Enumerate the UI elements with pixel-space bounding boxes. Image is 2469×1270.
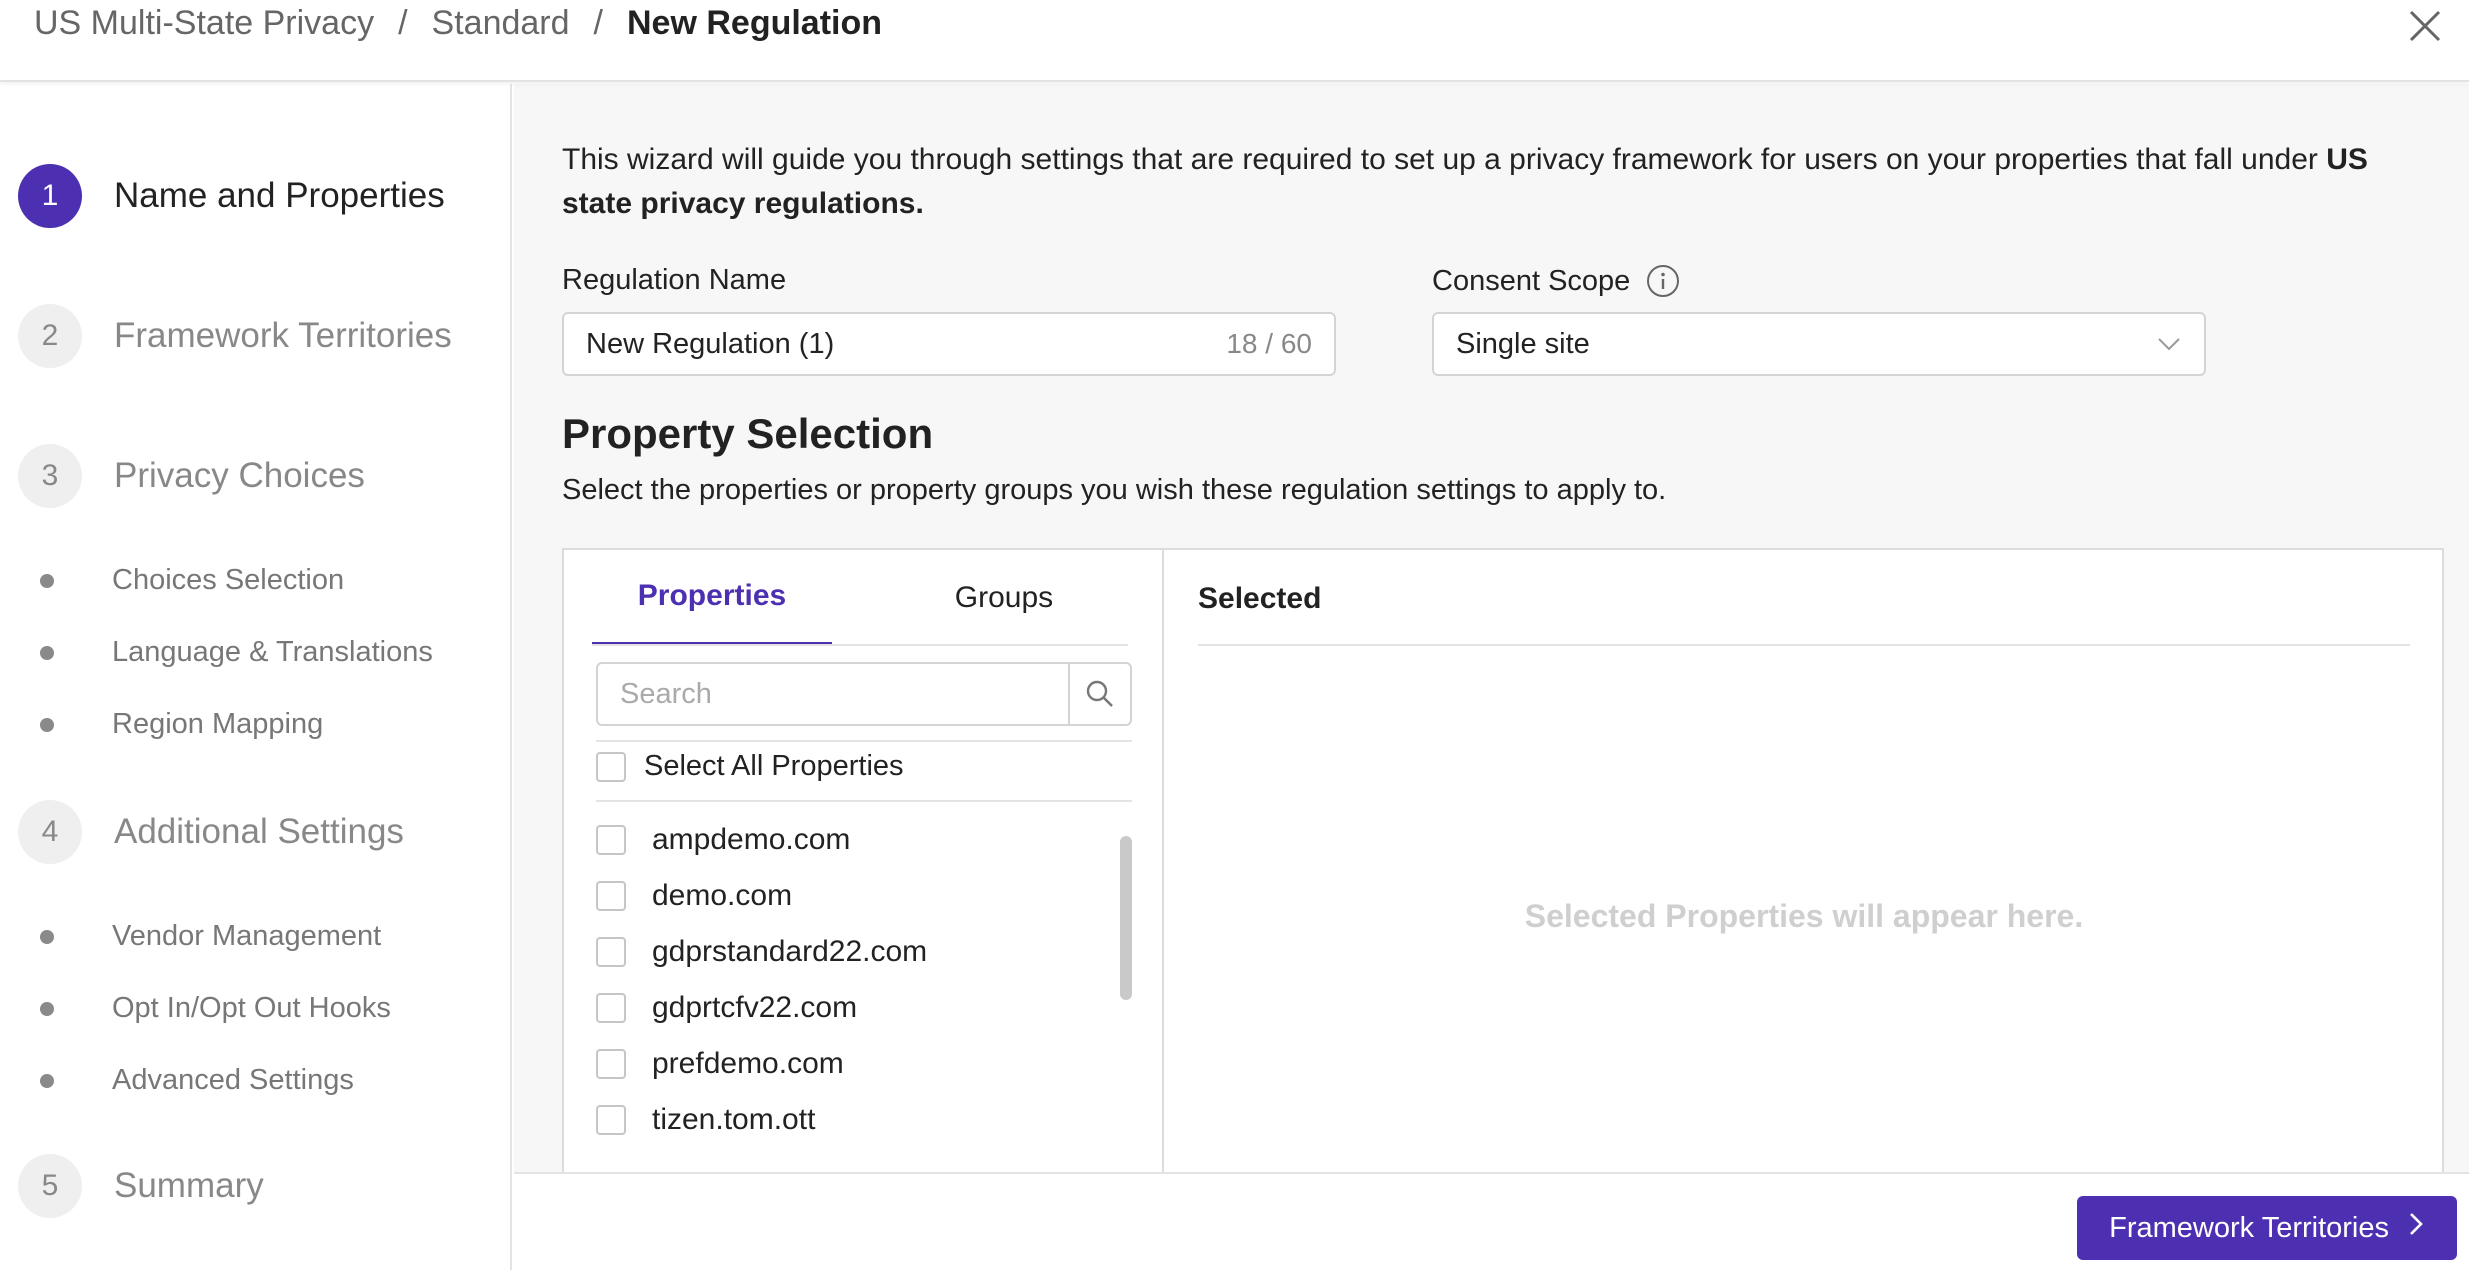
breadcrumb-separator: / <box>398 4 408 42</box>
intro-text-body: This wizard will guide you through setti… <box>562 143 2327 176</box>
property-checkbox[interactable] <box>596 825 626 855</box>
divider <box>1198 644 2410 646</box>
property-checkbox[interactable] <box>596 1105 626 1135</box>
step-name-and-properties[interactable]: 1 Name and Properties <box>18 164 445 228</box>
search-input[interactable] <box>598 664 1068 724</box>
regulation-name-value: New Regulation (1) <box>586 327 835 360</box>
next-step-label: Framework Territories <box>2109 1211 2389 1244</box>
property-name: tizen.tom.ott <box>652 1103 816 1136</box>
substep-label: Language & Translations <box>112 636 433 668</box>
available-properties-pane: Properties Groups Select All Properties <box>564 550 1164 1172</box>
substep-label: Opt In/Opt Out Hooks <box>112 992 391 1024</box>
bullet-dot <box>40 929 54 944</box>
property-checkbox[interactable] <box>596 1049 626 1079</box>
consent-scope-label-row: Consent Scope <box>1432 264 1680 298</box>
step-number: 5 <box>18 1154 82 1218</box>
breadcrumb-item-standard[interactable]: Standard <box>432 4 570 43</box>
selected-empty-message: Selected Properties will appear here. <box>1524 898 2084 934</box>
bullet-dot <box>40 1001 54 1016</box>
select-all-checkbox[interactable] <box>596 751 626 782</box>
property-name: gdprstandard22.com <box>652 935 928 968</box>
property-search-box <box>596 662 1132 726</box>
close-icon[interactable] <box>2403 4 2447 48</box>
select-all-label: Select All Properties <box>644 750 904 782</box>
substep-label: Region Mapping <box>112 708 324 740</box>
property-selection-title: Property Selection <box>562 410 934 457</box>
bullet-dot <box>40 573 54 588</box>
property-name: prefdemo.com <box>652 1047 844 1080</box>
substep-label: Choices Selection <box>112 564 345 596</box>
consent-scope-select[interactable]: Single site <box>1432 312 2206 376</box>
property-name: ampdemo.com <box>652 823 851 856</box>
property-selection-subtitle: Select the properties or property groups… <box>562 474 1667 506</box>
list-item[interactable]: demo.com <box>596 868 1096 924</box>
step-label: Privacy Choices <box>114 456 365 495</box>
wizard-header: US Multi-State Privacy / Standard / New … <box>0 0 2469 82</box>
list-item[interactable]: ampdemo.com <box>596 812 1096 868</box>
property-list-scrollbar[interactable] <box>1120 836 1132 1000</box>
consent-scope-value: Single site <box>1456 327 1590 360</box>
character-counter: 18 / 60 <box>1226 328 1312 359</box>
bullet-dot <box>40 717 54 732</box>
substep-vendor-management[interactable]: Vendor Management <box>40 920 381 953</box>
breadcrumb-item-framework[interactable]: US Multi-State Privacy <box>34 4 374 43</box>
wizard-main-content: This wizard will guide you through setti… <box>514 84 2469 1172</box>
substep-label: Advanced Settings <box>112 1064 354 1096</box>
step-label: Framework Territories <box>114 316 452 355</box>
step-summary[interactable]: 5 Summary <box>18 1154 264 1218</box>
property-selection-panel: Properties Groups Select All Properties <box>562 548 2444 1172</box>
info-icon[interactable] <box>1646 264 1680 298</box>
search-icon[interactable] <box>1068 664 1130 724</box>
list-item[interactable]: gdprtcfv22.com <box>596 980 1096 1036</box>
tab-groups[interactable]: Groups <box>884 550 1124 646</box>
step-additional-settings[interactable]: 4 Additional Settings <box>18 800 404 864</box>
bullet-dot <box>40 645 54 660</box>
select-all-properties[interactable]: Select All Properties <box>596 750 904 783</box>
step-number: 4 <box>18 800 82 864</box>
property-list: ampdemo.com demo.com gdprstandard22.com … <box>596 812 1096 1148</box>
step-number: 2 <box>18 304 82 368</box>
chevron-right-icon <box>2407 1210 2425 1246</box>
step-privacy-choices[interactable]: 3 Privacy Choices <box>18 444 365 508</box>
intro-text: This wizard will guide you through setti… <box>562 138 2442 226</box>
list-item[interactable]: tizen.tom.ott <box>596 1092 1096 1148</box>
step-number: 1 <box>18 164 82 228</box>
list-item[interactable]: gdprstandard22.com <box>596 924 1096 980</box>
step-label: Summary <box>114 1166 264 1205</box>
bullet-dot <box>40 1073 54 1088</box>
breadcrumb-current: New Regulation <box>627 4 883 42</box>
substep-opt-in-opt-out-hooks[interactable]: Opt In/Opt Out Hooks <box>40 992 391 1025</box>
breadcrumb-separator: / <box>593 4 603 42</box>
wizard-steps-sidebar: 1 Name and Properties 2 Framework Territ… <box>0 84 512 1270</box>
divider <box>596 740 1132 742</box>
selected-title: Selected <box>1198 582 1322 615</box>
substep-advanced-settings[interactable]: Advanced Settings <box>40 1064 354 1097</box>
divider <box>596 800 1132 802</box>
tab-properties[interactable]: Properties <box>592 550 832 646</box>
substep-choices-selection[interactable]: Choices Selection <box>40 564 344 597</box>
tab-divider <box>592 644 1128 646</box>
selected-properties-pane: Selected Selected Properties will appear… <box>1166 550 2442 1172</box>
property-checkbox[interactable] <box>596 937 626 967</box>
breadcrumb: US Multi-State Privacy / Standard / New … <box>34 4 882 43</box>
property-checkbox[interactable] <box>596 993 626 1023</box>
substep-language-translations[interactable]: Language & Translations <box>40 636 433 669</box>
step-label: Name and Properties <box>114 176 445 215</box>
consent-scope-label: Consent Scope <box>1432 264 1631 297</box>
property-checkbox[interactable] <box>596 881 626 911</box>
regulation-name-label: Regulation Name <box>562 264 787 296</box>
property-name: demo.com <box>652 879 793 912</box>
substep-label: Vendor Management <box>112 920 382 952</box>
next-step-button[interactable]: Framework Territories <box>2077 1196 2457 1260</box>
step-label: Additional Settings <box>114 812 404 851</box>
substep-region-mapping[interactable]: Region Mapping <box>40 708 323 741</box>
list-item[interactable]: prefdemo.com <box>596 1036 1096 1092</box>
regulation-name-input[interactable]: New Regulation (1) 18 / 60 <box>562 312 1336 376</box>
property-name: gdprtcfv22.com <box>652 991 858 1024</box>
wizard-footer: Framework Territories <box>514 1172 2469 1270</box>
chevron-down-icon <box>2156 328 2182 361</box>
step-number: 3 <box>18 444 82 508</box>
step-framework-territories[interactable]: 2 Framework Territories <box>18 304 452 368</box>
